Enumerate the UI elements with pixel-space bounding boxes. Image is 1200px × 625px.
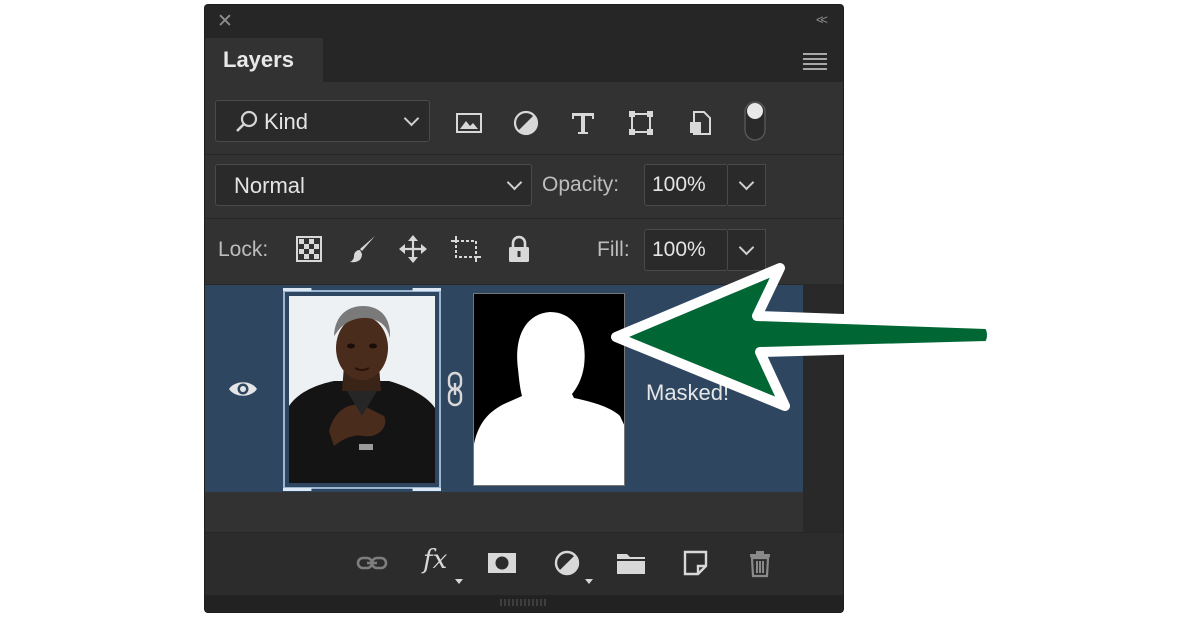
annotation-arrow	[611, 263, 997, 411]
